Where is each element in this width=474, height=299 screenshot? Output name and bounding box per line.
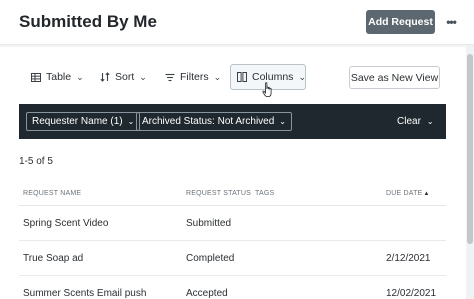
column-header-due-date[interactable]: DUE DATE ▲	[386, 190, 430, 197]
table-row[interactable]: Summer Scents Email push Accepted 12/02/…	[19, 276, 446, 299]
sort-arrows-icon	[100, 72, 110, 82]
chevron-down-icon: ⌄	[298, 71, 306, 82]
table-row[interactable]: True Soap ad Completed 2/12/2021	[19, 241, 446, 276]
requests-table: REQUEST NAME REQUEST STATUS TAGS DUE DAT…	[19, 180, 446, 299]
filter-lines-icon	[165, 73, 175, 82]
table-row[interactable]: Spring Scent Video Submitted	[19, 206, 446, 241]
table-view-label: Table	[46, 71, 72, 83]
request-status-cell: Accepted	[186, 288, 228, 299]
clear-filters-label: Clear	[397, 116, 421, 127]
clear-filters-button[interactable]: Clear ⌄	[397, 116, 434, 127]
request-status-cell: Completed	[186, 253, 235, 264]
requester-filter-label: Requester Name (1)	[32, 116, 123, 127]
chevron-down-icon: ⌄	[279, 117, 286, 126]
sort-button[interactable]: Sort ⌄	[100, 64, 147, 90]
request-name-cell[interactable]: Spring Scent Video	[23, 218, 108, 229]
columns-icon	[237, 72, 247, 82]
archived-status-filter-chip[interactable]: Archived Status: Not Archived ⌄	[136, 112, 292, 131]
more-options-button[interactable]: •••	[444, 15, 458, 29]
column-header-request-status[interactable]: REQUEST STATUS	[186, 190, 251, 197]
due-date-cell: 12/02/2021	[386, 288, 437, 299]
request-name-cell[interactable]: True Soap ad	[23, 253, 83, 264]
column-header-request-name[interactable]: REQUEST NAME	[23, 190, 81, 197]
page-header: Submitted By Me Add Request •••	[0, 0, 474, 46]
request-status-cell: Submitted	[186, 218, 232, 229]
chevron-down-icon: ⌄	[76, 71, 84, 82]
header-divider	[0, 44, 474, 48]
save-as-new-view-button[interactable]: Save as New View	[349, 66, 440, 89]
filters-label: Filters	[180, 71, 209, 83]
sort-label: Sort	[115, 71, 135, 83]
due-date-header-label: DUE DATE	[386, 190, 423, 197]
page-title: Submitted By Me	[19, 12, 157, 31]
table-grid-icon	[31, 72, 41, 82]
results-count: 1-5 of 5	[19, 156, 53, 167]
page: Submitted By Me Add Request ••• Table ⌄ …	[0, 0, 474, 299]
archived-filter-label: Archived Status: Not Archived	[142, 116, 275, 127]
chevron-down-icon: ⌄	[139, 71, 147, 82]
chevron-down-icon: ⌄	[213, 71, 222, 82]
due-date-cell: 2/12/2021	[386, 253, 431, 264]
request-name-cell[interactable]: Summer Scents Email push	[23, 288, 146, 299]
chevron-down-icon: ⌄	[426, 117, 434, 126]
columns-label: Columns	[252, 71, 294, 83]
requester-name-filter-chip[interactable]: Requester Name (1) ⌄	[26, 112, 141, 131]
column-header-tags[interactable]: TAGS	[255, 190, 274, 197]
chevron-down-icon: ⌄	[127, 117, 135, 126]
columns-button[interactable]: Columns ⌄	[230, 64, 306, 90]
table-view-button[interactable]: Table ⌄	[31, 64, 84, 90]
add-request-button[interactable]: Add Request	[366, 10, 435, 34]
active-filters-bar: Requester Name (1) ⌄ Archived Status: No…	[19, 104, 446, 139]
table-header-row: REQUEST NAME REQUEST STATUS TAGS DUE DAT…	[19, 180, 446, 206]
vertical-scrollbar[interactable]	[466, 46, 474, 299]
sort-ascending-icon: ▲	[423, 190, 430, 197]
filters-button[interactable]: Filters ⌄	[165, 64, 221, 90]
scrollbar-thumb[interactable]	[467, 54, 473, 244]
